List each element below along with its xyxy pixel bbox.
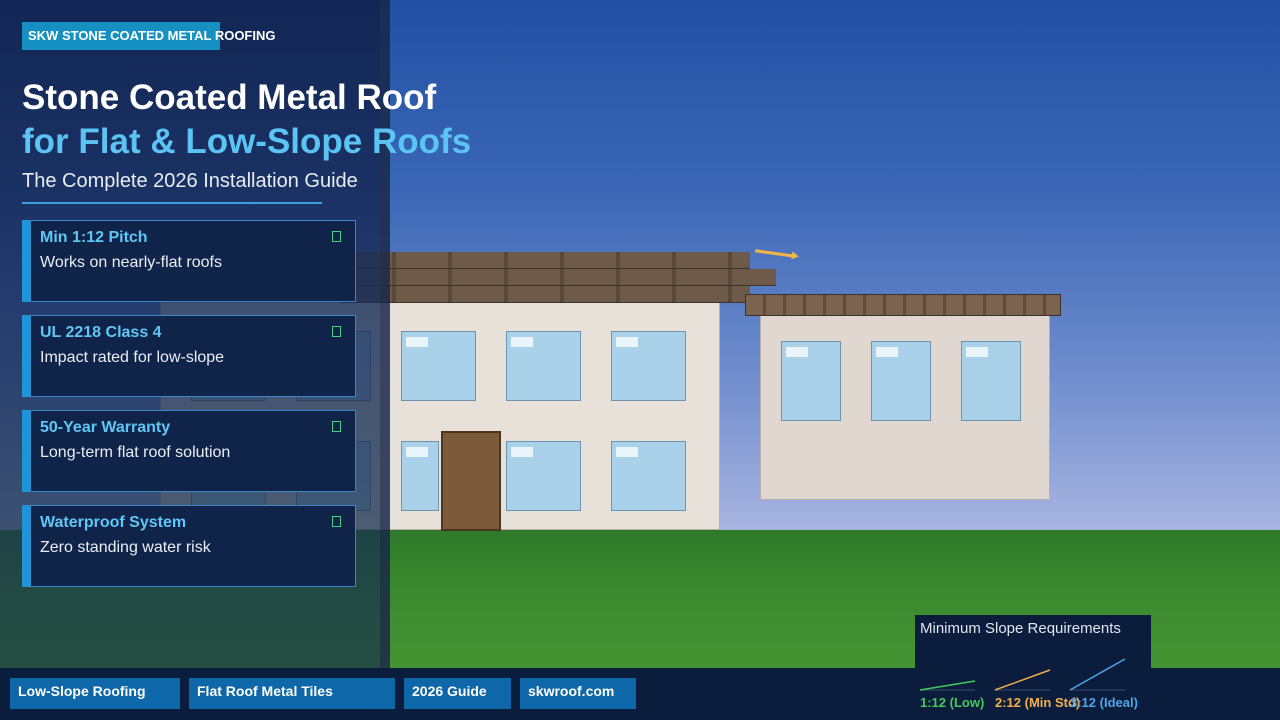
window bbox=[611, 441, 686, 511]
stone-coated-roof bbox=[340, 252, 776, 306]
brand-badge: SKW STONE COATED METAL ROOFING bbox=[22, 22, 275, 50]
slope-line-ideal bbox=[1069, 658, 1126, 691]
feature-title: 50-Year Warranty bbox=[40, 419, 171, 436]
page-subtitle: The Complete 2026 Installation Guide bbox=[22, 170, 358, 192]
window bbox=[611, 331, 686, 401]
window bbox=[401, 331, 476, 401]
feature-title: Waterproof System bbox=[40, 514, 187, 531]
slope-line-min bbox=[994, 669, 1051, 691]
page-title-accent: for Flat & Low-Slope Roofs bbox=[22, 122, 472, 161]
window bbox=[871, 341, 931, 421]
feature-card-impact: UL 2218 Class 4 Impact rated for low-slo… bbox=[22, 315, 356, 397]
feature-title: UL 2218 Class 4 bbox=[40, 324, 162, 341]
slope-label-ideal: 3:12 (Ideal) bbox=[1070, 695, 1138, 710]
tag-low-slope[interactable]: Low-Slope Roofing bbox=[10, 678, 180, 709]
slope-panel-title: Minimum Slope Requirements bbox=[920, 620, 1121, 637]
tag-2026-guide[interactable]: 2026 Guide bbox=[404, 678, 511, 709]
check-icon bbox=[332, 421, 341, 432]
feature-card-waterproof: Waterproof System Zero standing water ri… bbox=[22, 505, 356, 587]
side-roof bbox=[745, 294, 1061, 316]
roof-tile-row bbox=[340, 252, 750, 269]
feature-description: Works on nearly-flat roofs bbox=[40, 254, 222, 271]
slope-label-min: 2:12 (Min Std) bbox=[995, 695, 1081, 710]
check-icon bbox=[332, 231, 341, 242]
window bbox=[961, 341, 1021, 421]
window bbox=[506, 331, 581, 401]
slope-diagram bbox=[919, 658, 1126, 691]
tag-website[interactable]: skwroof.com bbox=[520, 678, 636, 709]
front-door bbox=[441, 431, 501, 531]
roof-tile-row bbox=[340, 269, 776, 286]
window bbox=[506, 441, 581, 511]
title-underline bbox=[22, 202, 322, 204]
roof-tile-row bbox=[340, 286, 750, 303]
check-icon bbox=[332, 326, 341, 337]
page-title: Stone Coated Metal Roof bbox=[22, 78, 437, 117]
tag-flat-roof-tiles[interactable]: Flat Roof Metal Tiles bbox=[189, 678, 395, 709]
feature-title: Min 1:12 Pitch bbox=[40, 229, 148, 246]
window bbox=[401, 441, 439, 511]
feature-description: Long-term flat roof solution bbox=[40, 444, 231, 461]
slope-label-low: 1:12 (Low) bbox=[920, 695, 985, 710]
window bbox=[781, 341, 841, 421]
slope-line-low bbox=[919, 680, 976, 691]
feature-description: Zero standing water risk bbox=[40, 539, 211, 556]
feature-card-pitch: Min 1:12 Pitch Works on nearly-flat roof… bbox=[22, 220, 356, 302]
feature-card-warranty: 50-Year Warranty Long-term flat roof sol… bbox=[22, 410, 356, 492]
side-wing bbox=[760, 314, 1050, 500]
slope-requirements-panel: Minimum Slope Requirements 1:12 (Low) 2:… bbox=[915, 615, 1151, 720]
feature-description: Impact rated for low-slope bbox=[40, 349, 225, 366]
check-icon bbox=[332, 516, 341, 527]
